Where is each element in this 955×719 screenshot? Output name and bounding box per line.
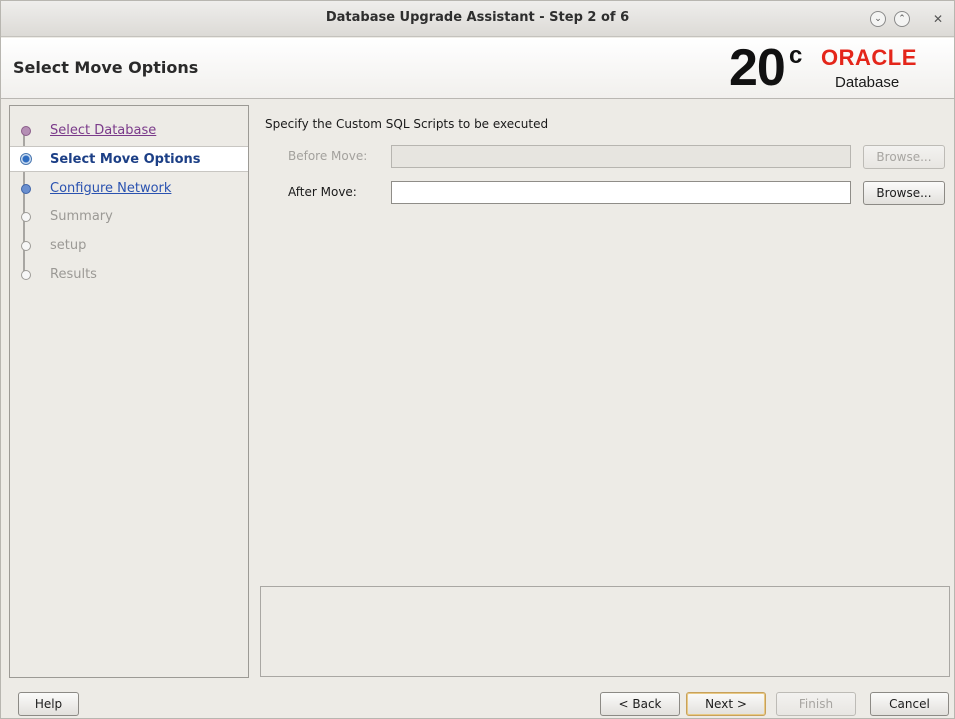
section-heading: Specify the Custom SQL Scripts to be exe… bbox=[265, 117, 549, 131]
step-label: setup bbox=[50, 238, 87, 253]
sidebar-step-results: Results bbox=[10, 262, 248, 288]
page-header: Select Move Options 20 c ORACLE Database bbox=[1, 38, 954, 99]
window-title: Database Upgrade Assistant - Step 2 of 6 bbox=[325, 10, 630, 25]
cancel-button[interactable]: Cancel bbox=[870, 692, 949, 716]
brand-version-suffix: c bbox=[789, 42, 803, 69]
after-move-label: After Move: bbox=[288, 185, 357, 199]
sidebar-step-select-database[interactable]: Select Database bbox=[10, 118, 248, 144]
finish-button: Finish bbox=[776, 692, 856, 716]
step-visited-icon bbox=[21, 126, 31, 136]
back-button[interactable]: < Back bbox=[600, 692, 680, 716]
oracle-logo: ORACLE bbox=[821, 45, 917, 70]
before-move-label: Before Move: bbox=[288, 149, 368, 163]
step-label: Results bbox=[50, 267, 97, 282]
step-label: Select Database bbox=[50, 123, 157, 138]
step-label: Configure Network bbox=[50, 181, 172, 196]
step-pending-icon bbox=[21, 241, 31, 251]
after-move-browse-button[interactable]: Browse... bbox=[863, 181, 945, 205]
step-link-icon bbox=[21, 184, 31, 194]
help-button[interactable]: Help bbox=[18, 692, 79, 716]
minimize-icon[interactable]: ⌄ bbox=[870, 11, 886, 27]
main-content: Specify the Custom SQL Scripts to be exe… bbox=[259, 105, 955, 678]
before-move-field bbox=[391, 145, 851, 168]
step-label: Select Move Options bbox=[50, 152, 201, 167]
after-move-field[interactable] bbox=[391, 181, 851, 204]
step-current-icon bbox=[20, 153, 32, 165]
step-label: Summary bbox=[50, 209, 113, 224]
maximize-icon[interactable]: ⌃ bbox=[894, 11, 910, 27]
page-title: Select Move Options bbox=[13, 58, 199, 77]
step-pending-icon bbox=[21, 270, 31, 280]
sidebar-step-select-move-options[interactable]: Select Move Options bbox=[10, 146, 248, 172]
brand-product: Database bbox=[835, 74, 900, 91]
next-button[interactable]: Next > bbox=[686, 692, 766, 716]
message-area bbox=[260, 586, 950, 677]
sidebar-step-summary: Summary bbox=[10, 204, 248, 230]
step-pending-icon bbox=[21, 212, 31, 222]
dbua-window: Database Upgrade Assistant - Step 2 of 6… bbox=[0, 0, 955, 719]
sidebar-step-setup: setup bbox=[10, 233, 248, 259]
brand-version: 20 bbox=[729, 39, 786, 97]
before-move-browse-button: Browse... bbox=[863, 145, 945, 169]
close-icon[interactable]: ✕ bbox=[930, 11, 946, 27]
title-bar[interactable]: Database Upgrade Assistant - Step 2 of 6… bbox=[1, 1, 954, 37]
sidebar-step-configure-network[interactable]: Configure Network bbox=[10, 176, 248, 202]
